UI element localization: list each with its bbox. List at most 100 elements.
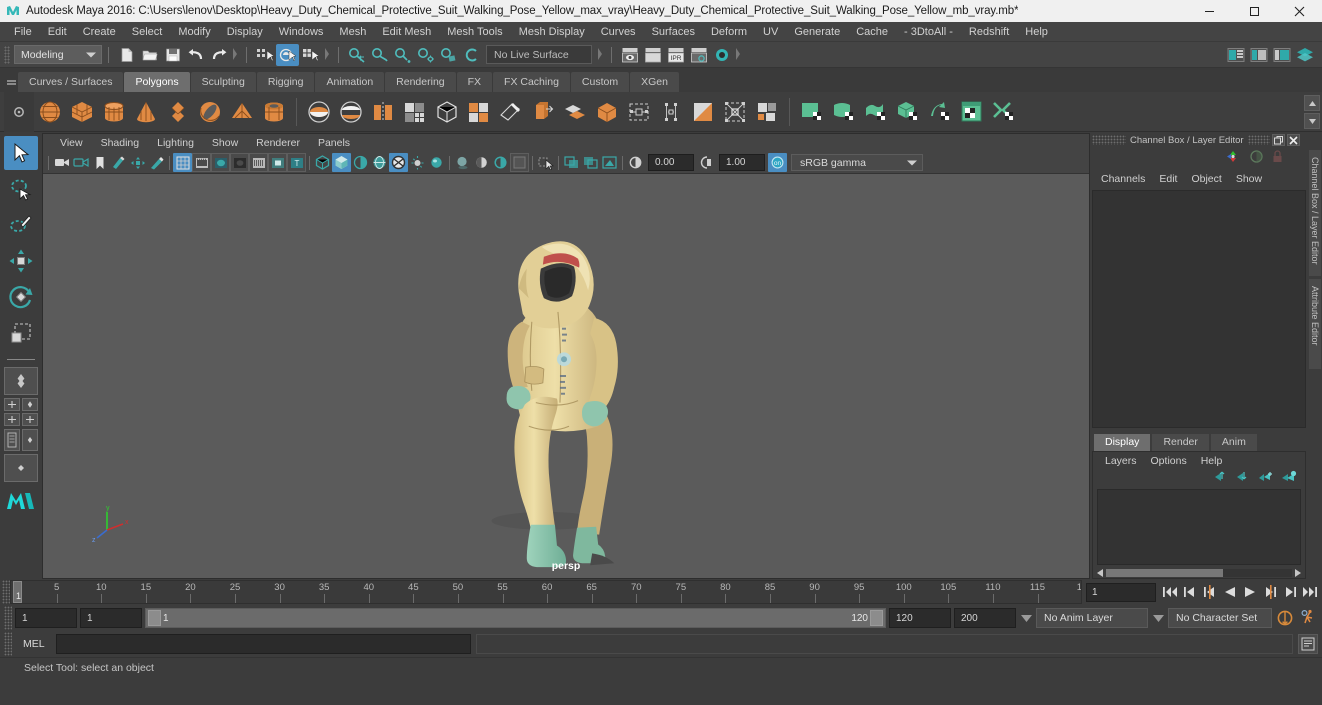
shade-hardware-texture-icon[interactable] — [351, 153, 370, 172]
viewport-menu-shading[interactable]: Shading — [92, 134, 149, 152]
all-lights-icon[interactable] — [427, 153, 446, 172]
minimize-icon[interactable] — [1187, 0, 1232, 22]
four-view-layout-icon[interactable] — [4, 398, 20, 411]
image-plane-icon[interactable] — [109, 153, 128, 172]
go-to-start-icon[interactable] — [1160, 581, 1180, 603]
layer-horizontal-scrollbar[interactable] — [1093, 567, 1305, 578]
range-end-handle[interactable] — [870, 610, 883, 626]
menu-generate[interactable]: Generate — [786, 22, 848, 42]
poly-cone-icon[interactable] — [130, 96, 162, 128]
snap-to-curve-icon[interactable] — [368, 44, 391, 66]
uv-layout-icon[interactable] — [988, 96, 1020, 128]
wedge-icon[interactable] — [655, 96, 687, 128]
mirror-geometry-icon[interactable] — [367, 96, 399, 128]
fill-hole-icon[interactable] — [687, 96, 719, 128]
viewport-menu-show[interactable]: Show — [203, 134, 247, 152]
command-line-grip[interactable] — [4, 632, 12, 656]
uv-cylindrical-icon[interactable] — [828, 96, 860, 128]
separator-collapse[interactable] — [230, 45, 240, 65]
channel-menu-channels[interactable]: Channels — [1094, 173, 1152, 185]
separator-collapse[interactable] — [322, 45, 332, 65]
tab-anim[interactable]: Anim — [1210, 434, 1257, 451]
panel-drag-handle-right[interactable] — [1247, 135, 1270, 145]
current-frame-field[interactable]: 1 — [1086, 582, 1156, 602]
script-editor-icon[interactable] — [1298, 634, 1318, 654]
paint-select-tool[interactable] — [4, 208, 38, 242]
menu-help[interactable]: Help — [1017, 22, 1056, 42]
statusline-grip[interactable] — [4, 45, 10, 64]
select-by-object-type-icon[interactable] — [276, 43, 299, 66]
isolate-select-icon[interactable] — [536, 153, 555, 172]
outliner-persp-layout-icon[interactable] — [22, 398, 38, 411]
lasso-select-tool[interactable] — [4, 172, 38, 206]
menu-modify[interactable]: Modify — [170, 22, 218, 42]
screen-space-ambient-occlusion-icon[interactable] — [472, 153, 491, 172]
shelf-tab-rigging[interactable]: Rigging — [256, 72, 315, 92]
uv-unfold-icon[interactable] — [924, 96, 956, 128]
film-origin-icon[interactable] — [249, 153, 268, 172]
hypershade-icon[interactable] — [710, 44, 733, 66]
show-hide-channel-box-icon[interactable] — [1224, 44, 1247, 66]
shelf-scroll-down-button[interactable] — [1304, 113, 1320, 129]
show-hide-tool-settings-icon[interactable] — [1270, 44, 1293, 66]
combine-icon[interactable] — [303, 96, 335, 128]
playback-end-time-field[interactable]: 120 — [889, 608, 951, 628]
xray-mode-icon[interactable] — [389, 153, 408, 172]
undo-icon[interactable] — [184, 44, 207, 66]
menu-redshift[interactable]: Redshift — [961, 22, 1017, 42]
close-icon[interactable] — [1277, 0, 1322, 22]
menu-uv[interactable]: UV — [755, 22, 786, 42]
exposure-icon[interactable] — [626, 153, 645, 172]
color-management-icon[interactable]: on — [768, 153, 787, 172]
menu-windows[interactable]: Windows — [271, 22, 332, 42]
separator-collapse[interactable] — [733, 45, 743, 65]
viewport-canvas[interactable]: persp y x z — [43, 174, 1089, 578]
make-live-icon[interactable] — [460, 44, 483, 66]
panel-close-icon[interactable] — [1286, 134, 1300, 146]
auto-keyframe-icon[interactable] — [1275, 607, 1295, 629]
layer-menu-options[interactable]: Options — [1144, 455, 1194, 467]
viewport-menu-view[interactable]: View — [51, 134, 92, 152]
layer-menu-layers[interactable]: Layers — [1098, 455, 1144, 467]
uv-editor-icon[interactable] — [956, 96, 988, 128]
no-manipulator-icon[interactable] — [1248, 149, 1265, 169]
viewport-menu-lighting[interactable]: Lighting — [148, 134, 203, 152]
scroll-left-arrow-icon[interactable] — [1097, 564, 1104, 582]
shelf-tab-fx-caching[interactable]: FX Caching — [493, 72, 570, 92]
redo-icon[interactable] — [207, 44, 230, 66]
extrude-icon[interactable] — [527, 96, 559, 128]
menu-edit[interactable]: Edit — [40, 22, 75, 42]
shadows-icon[interactable] — [453, 153, 472, 172]
shelf-tab-fx[interactable]: FX — [456, 72, 493, 92]
shelf-tab-sculpting[interactable]: Sculpting — [190, 72, 256, 92]
menuset-selector[interactable]: Modeling — [14, 45, 102, 64]
poly-pyramid-icon[interactable] — [226, 96, 258, 128]
tab-display[interactable]: Display — [1094, 434, 1151, 451]
render-settings-icon[interactable] — [687, 44, 710, 66]
wireframe-on-shaded-icon[interactable] — [370, 153, 389, 172]
select-by-hierarchy-icon[interactable] — [253, 44, 276, 66]
select-camera-icon[interactable] — [52, 153, 71, 172]
display-layer-list[interactable] — [1097, 489, 1301, 565]
new-layer-from-selected-icon[interactable] — [1281, 469, 1297, 487]
hypershade-persp-layout-icon[interactable] — [22, 413, 38, 426]
uv-spherical-icon[interactable] — [860, 96, 892, 128]
persp-panel-layout-icon[interactable] — [22, 429, 38, 451]
menu-mesh-display[interactable]: Mesh Display — [511, 22, 593, 42]
poly-torus-icon[interactable] — [194, 96, 226, 128]
move-tool[interactable] — [4, 244, 38, 278]
side-tab-attribute-editor[interactable]: Attribute Editor — [1309, 279, 1321, 369]
redo-previous-render-icon[interactable] — [641, 44, 664, 66]
play-forwards-icon[interactable] — [1240, 581, 1260, 603]
step-back-key-icon[interactable] — [1200, 581, 1220, 603]
step-forward-frame-icon[interactable] — [1280, 581, 1300, 603]
move-layer-down-icon[interactable] — [1236, 469, 1251, 487]
character-set-selector[interactable]: No Character Set — [1168, 608, 1272, 628]
default-light-icon[interactable] — [408, 153, 427, 172]
scrollbar-track[interactable] — [1106, 568, 1292, 577]
two-d-pan-zoom-icon[interactable] — [128, 153, 147, 172]
channel-menu-edit[interactable]: Edit — [1152, 173, 1184, 185]
xray-icon[interactable] — [268, 153, 287, 172]
step-forward-key-icon[interactable] — [1260, 581, 1280, 603]
grease-pencil-icon[interactable] — [147, 153, 166, 172]
